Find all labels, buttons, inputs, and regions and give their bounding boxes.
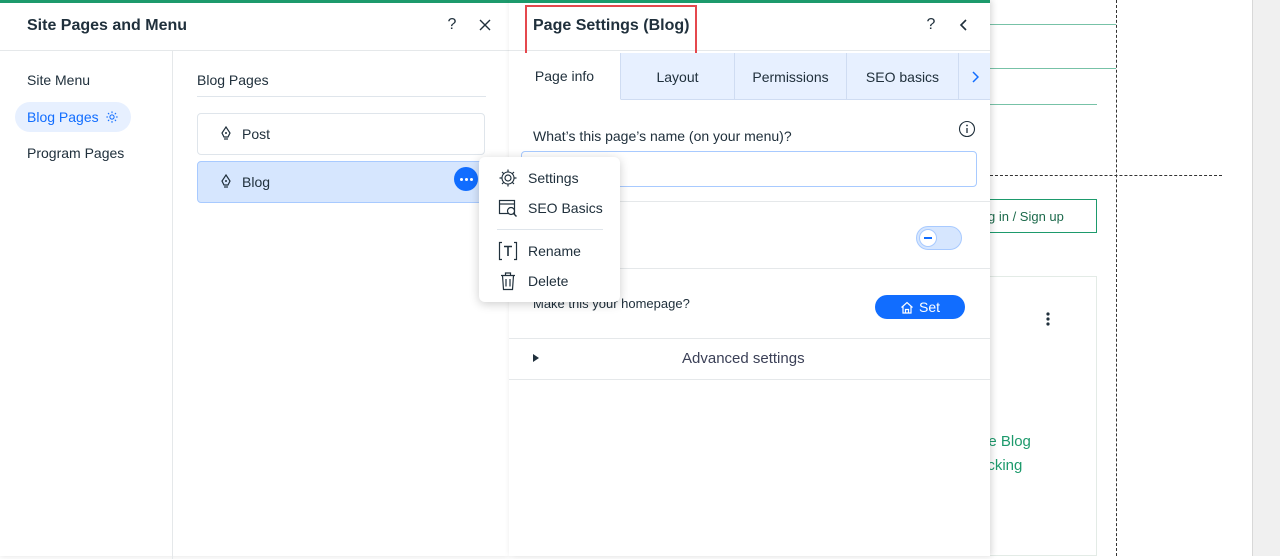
- seo-search-icon: [498, 199, 517, 217]
- page-context-menu: Settings SEO Basics Rename Delete: [479, 157, 620, 302]
- text-rename-icon: [498, 241, 518, 261]
- divider: [509, 338, 990, 339]
- caret-right-icon[interactable]: [533, 354, 539, 362]
- pen-icon: [221, 174, 231, 188]
- pages-heading: Blog Pages: [197, 72, 269, 88]
- menu-item-label: SEO Basics: [528, 200, 603, 216]
- canvas-line: [990, 104, 1097, 105]
- divider: [497, 229, 603, 230]
- divider: [509, 379, 990, 380]
- info-icon[interactable]: [958, 120, 976, 138]
- set-homepage-button[interactable]: Set: [875, 295, 965, 319]
- tab-label: Page info: [534, 68, 595, 84]
- page-label: Post: [242, 126, 271, 142]
- menu-item-label: Delete: [528, 273, 569, 289]
- help-button[interactable]: ?: [919, 13, 943, 37]
- menu-item-settings[interactable]: Settings: [479, 164, 620, 192]
- page-label: Blog: [242, 174, 271, 190]
- site-pages-panel: Site Pages and Menu ? Site Menu Blog Pag…: [0, 0, 509, 559]
- page-name-label: What’s this page’s name (on your menu)?: [533, 128, 792, 144]
- panel-title: Site Pages and Menu: [27, 17, 188, 34]
- help-icon: ?: [926, 16, 936, 33]
- nav-item-label: Blog Pages: [27, 109, 99, 125]
- canvas-line: [990, 68, 1116, 69]
- tab-label: SEO basics: [865, 68, 940, 85]
- tabs-next-button[interactable]: [959, 53, 990, 100]
- tab-permissions[interactable]: Permissions: [735, 53, 847, 100]
- nav-item-label: Site Menu: [27, 72, 91, 88]
- settings-tabs: Page info Layout Permissions SEO basics: [509, 53, 990, 100]
- gear-icon[interactable]: [105, 110, 119, 124]
- show-in-menu-toggle[interactable]: [916, 226, 962, 250]
- tab-page-info[interactable]: Page info: [509, 53, 621, 100]
- nav-item-blog-pages[interactable]: Blog Pages: [15, 102, 131, 132]
- back-button[interactable]: [952, 13, 976, 37]
- page-row-blog[interactable]: Blog: [197, 161, 485, 203]
- pages-list: Blog Pages Post Blog: [173, 51, 509, 559]
- menu-item-label: Rename: [528, 243, 581, 259]
- advanced-settings-toggle[interactable]: Advanced settings: [682, 350, 805, 367]
- canvas-line: [990, 24, 1116, 25]
- canvas-scroll-strip: [1252, 0, 1280, 556]
- home-icon: [901, 301, 913, 314]
- close-button[interactable]: [473, 13, 497, 37]
- site-nav: Site Menu Blog Pages Program Pages: [0, 51, 173, 559]
- menu-item-seo-basics[interactable]: SEO Basics: [479, 194, 620, 222]
- nav-item-site-menu[interactable]: Site Menu: [15, 65, 102, 95]
- help-icon: ?: [447, 16, 457, 33]
- pen-icon: [221, 126, 231, 140]
- trash-icon: [501, 272, 515, 291]
- help-button[interactable]: ?: [440, 13, 464, 37]
- kebab-menu-icon[interactable]: [1045, 311, 1051, 327]
- toggle-knob: [919, 229, 937, 247]
- tab-label: Layout: [656, 68, 699, 85]
- more-actions-button[interactable]: [454, 167, 478, 191]
- canvas-guide-vertical: [1116, 0, 1117, 556]
- tab-layout[interactable]: Layout: [621, 53, 735, 100]
- divider: [197, 96, 486, 97]
- login-text: g in / Sign up: [988, 209, 1064, 224]
- page-row-post[interactable]: Post: [197, 113, 485, 155]
- title-highlight-box: [525, 5, 697, 57]
- tab-label: Permissions: [752, 68, 829, 85]
- chevron-right-icon: [971, 70, 979, 83]
- menu-item-delete[interactable]: Delete: [479, 267, 620, 295]
- canvas-guide-horizontal: [990, 175, 1222, 176]
- set-button-label: Set: [918, 299, 940, 315]
- gear-icon: [499, 169, 517, 187]
- panel-header: Page Settings (Blog) ?: [509, 3, 990, 57]
- nav-item-label: Program Pages: [27, 145, 125, 161]
- chevron-left-icon: [959, 19, 967, 31]
- tab-seo-basics[interactable]: SEO basics: [847, 53, 959, 100]
- panel-header: Site Pages and Menu ?: [0, 3, 509, 51]
- close-icon: [479, 19, 491, 31]
- nav-item-program-pages[interactable]: Program Pages: [15, 138, 136, 168]
- menu-item-rename[interactable]: Rename: [479, 237, 620, 265]
- menu-item-label: Settings: [528, 170, 579, 186]
